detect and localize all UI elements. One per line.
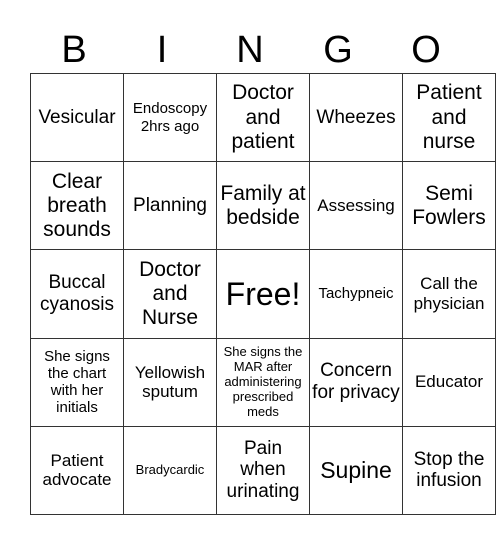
bingo-cell[interactable]: Yellowish sputum bbox=[123, 337, 217, 427]
bingo-row: Buccal cyanosis Doctor and Nurse Free! T… bbox=[30, 249, 496, 339]
bingo-cell[interactable]: Endoscopy 2hrs ago bbox=[123, 72, 217, 163]
bingo-cell[interactable]: Patient and nurse bbox=[402, 72, 496, 163]
bingo-cell[interactable]: Doctor and Nurse bbox=[123, 249, 217, 339]
bingo-cell[interactable]: She signs the chart with her initials bbox=[30, 337, 124, 427]
free-space-cell[interactable]: Free! bbox=[216, 249, 310, 339]
bingo-cell[interactable]: Vesicular bbox=[30, 72, 124, 163]
bingo-cell[interactable]: She signs the MAR after administering pr… bbox=[216, 337, 310, 427]
bingo-cell[interactable]: Pain when urinating bbox=[216, 425, 310, 516]
bingo-cell[interactable]: Wheezes bbox=[309, 72, 403, 163]
bingo-cell[interactable]: Bradycardic bbox=[123, 425, 217, 516]
bingo-cell[interactable]: Call the physician bbox=[402, 249, 496, 339]
bingo-cell[interactable]: Supine bbox=[309, 425, 403, 516]
bingo-cell[interactable]: Educator bbox=[402, 337, 496, 427]
bingo-cell[interactable]: Semi Fowlers bbox=[402, 161, 496, 251]
bingo-cell[interactable]: Clear breath sounds bbox=[30, 161, 124, 251]
bingo-row: Vesicular Endoscopy 2hrs ago Doctor and … bbox=[30, 72, 496, 163]
bingo-cell[interactable]: Planning bbox=[123, 161, 217, 251]
bingo-cell[interactable]: Family at bedside bbox=[216, 161, 310, 251]
header-letter-b: B bbox=[61, 29, 87, 71]
bingo-cell[interactable]: Doctor and patient bbox=[216, 72, 310, 163]
header-letter-i: I bbox=[156, 29, 168, 71]
bingo-row: Clear breath sounds Planning Family at b… bbox=[30, 161, 496, 251]
header-letter-g: G bbox=[323, 29, 353, 71]
bingo-cell[interactable]: Assessing bbox=[309, 161, 403, 251]
bingo-header: B I N G O bbox=[30, 28, 470, 72]
bingo-card: Vesicular Endoscopy 2hrs ago Doctor and … bbox=[30, 72, 496, 516]
header-letter-n: N bbox=[236, 29, 264, 71]
bingo-row: Patient advocate Bradycardic Pain when u… bbox=[30, 425, 496, 516]
bingo-cell[interactable]: Patient advocate bbox=[30, 425, 124, 516]
bingo-cell[interactable]: Tachypneic bbox=[309, 249, 403, 339]
bingo-cell[interactable]: Concern for privacy bbox=[309, 337, 403, 427]
bingo-cell[interactable]: Stop the infusion bbox=[402, 425, 496, 516]
bingo-row: She signs the chart with her initials Ye… bbox=[30, 337, 496, 427]
bingo-cell[interactable]: Buccal cyanosis bbox=[30, 249, 124, 339]
header-letter-o: O bbox=[411, 29, 441, 71]
